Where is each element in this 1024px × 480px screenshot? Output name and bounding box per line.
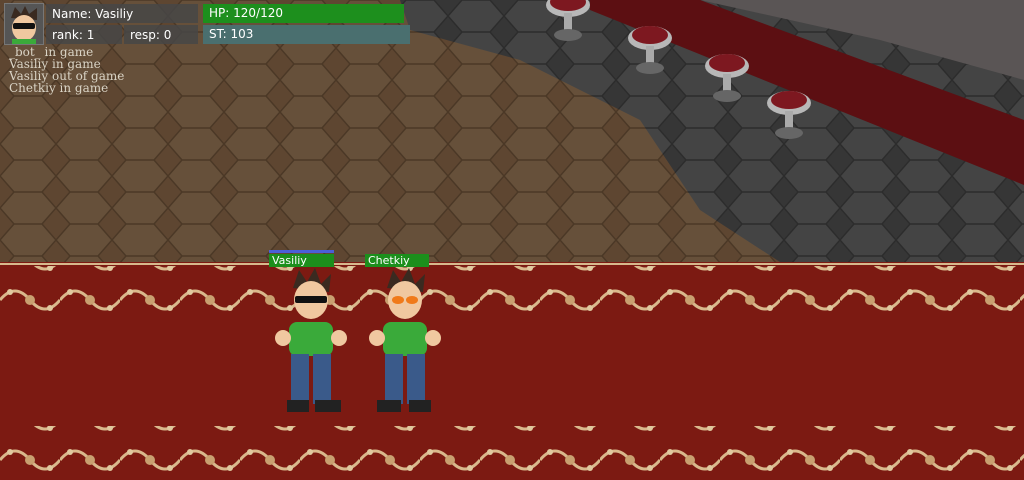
stamina-bar: ST: 103 [203,25,410,44]
hp-bar: HP: 120/120 [203,4,404,23]
avatar-face-icon [11,6,37,44]
player-tag-vasiliy: Vasiliy [269,254,334,267]
player-resp: resp: 0 [124,25,198,44]
player-health-indicator [269,250,334,253]
player-rank: rank: 1 [46,25,122,44]
event-log: _bot_ in game Vasiliy in game Vasiliy ou… [9,46,124,94]
player-name: Name: Vasiliy [46,4,198,23]
carpet-border-top [0,266,1024,318]
game-scene [0,0,1024,480]
carpet-border-bottom [0,426,1024,480]
player-avatar-icon [4,3,44,45]
event-log-line: Chetkiy in game [9,81,109,95]
player-tag-chetkiy: Chetkiy [365,254,429,267]
